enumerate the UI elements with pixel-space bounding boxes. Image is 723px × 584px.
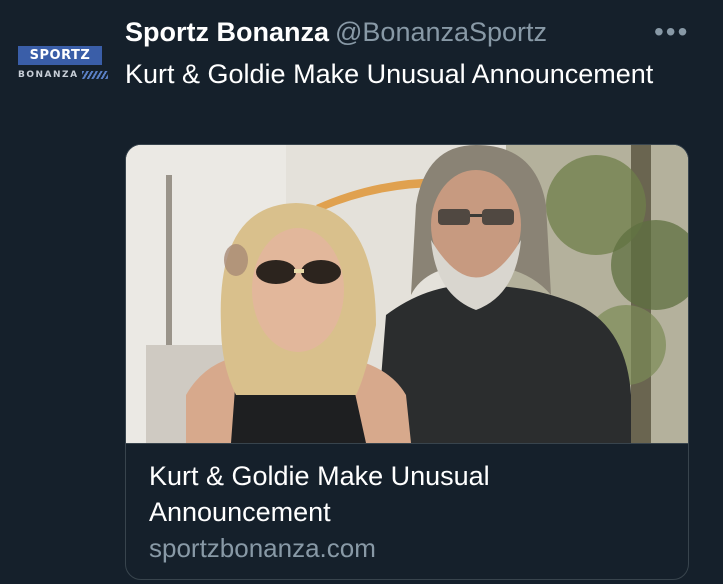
card-body[interactable]: Kurt & Goldie Make Unusual Announcement … xyxy=(126,443,688,579)
link-card[interactable]: Kurt & Goldie Make Unusual Announcement … xyxy=(125,144,689,580)
card-photo xyxy=(126,145,688,443)
user-handle[interactable]: @BonanzaSportz xyxy=(335,17,547,47)
more-horizontal-icon[interactable]: ••• xyxy=(654,18,690,46)
card-title[interactable]: Kurt & Goldie Make Unusual Announcement xyxy=(149,458,669,530)
tweet[interactable]: SPORTZ BONANZA Sportz Bonanza @BonanzaSpo… xyxy=(0,0,723,584)
display-name[interactable]: Sportz Bonanza xyxy=(125,17,329,47)
logo-top-text: SPORTZ xyxy=(18,46,102,65)
logo-stripes-icon xyxy=(81,71,108,79)
logo-bottom: BONANZA xyxy=(18,68,108,82)
avatar[interactable]: SPORTZ BONANZA xyxy=(14,42,110,88)
card-image[interactable] xyxy=(126,145,688,443)
tweet-header: Sportz Bonanza @BonanzaSportz xyxy=(125,14,547,50)
logo-bottom-text: BONANZA xyxy=(18,70,79,80)
tweet-text: Kurt & Goldie Make Unusual Announcement xyxy=(125,59,654,89)
card-domain[interactable]: sportzbonanza.com xyxy=(149,532,376,564)
